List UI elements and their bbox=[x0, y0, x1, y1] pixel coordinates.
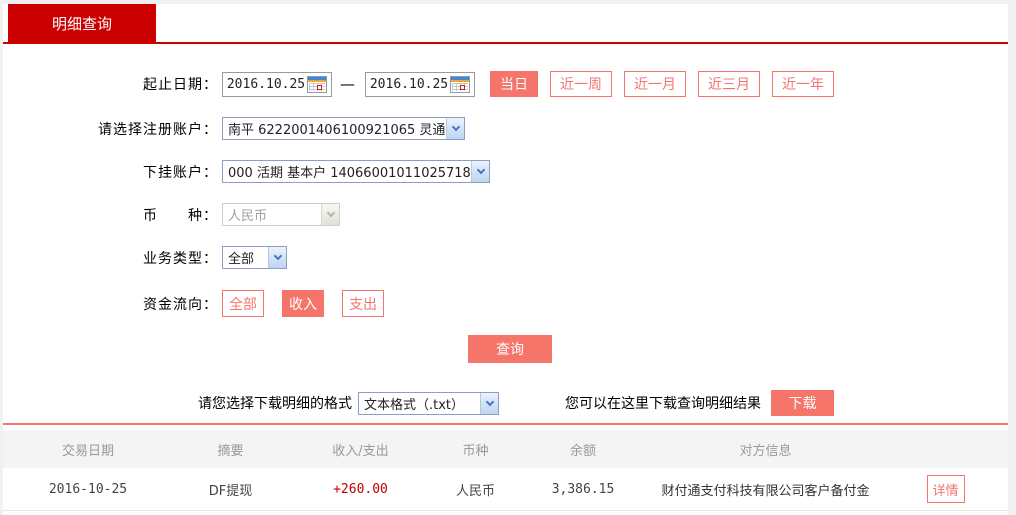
quick-range-month-button[interactable]: 近一月 bbox=[624, 71, 686, 97]
quick-range-3months-button[interactable]: 近三月 bbox=[698, 71, 760, 97]
download-format-label: 请您选择下载明细的格式 bbox=[198, 396, 352, 412]
calendar-today-cell bbox=[317, 84, 322, 90]
business-type-row: 业务类型： 全部 bbox=[3, 246, 1008, 269]
dropdown-arrow-icon bbox=[321, 204, 339, 225]
download-format-value: 文本格式（.txt） bbox=[364, 397, 465, 413]
date-to-input[interactable] bbox=[368, 72, 450, 96]
main-panel: 明细查询 起止日期： — 当日 近一周 近一月 近三月 近一年 请选择注册账户：… bbox=[3, 4, 1008, 515]
currency-value: 人民币 bbox=[228, 209, 268, 224]
register-account-select[interactable]: 南平 6222001406100921065 灵通卡 bbox=[222, 117, 465, 140]
download-format-select[interactable]: 文本格式（.txt） bbox=[358, 391, 499, 415]
calendar-icon[interactable] bbox=[450, 75, 470, 93]
fund-flow-income-button[interactable]: 收入 bbox=[282, 290, 324, 317]
currency-label: 币 种： bbox=[143, 207, 218, 224]
tab-detail-query[interactable]: 明细查询 bbox=[8, 4, 156, 42]
download-button[interactable]: 下载 bbox=[771, 390, 834, 416]
table-top-divider bbox=[3, 423, 1008, 425]
chevron-down-icon bbox=[273, 251, 282, 261]
dropdown-arrow-icon[interactable] bbox=[268, 247, 286, 268]
cell-action: 详情 bbox=[883, 475, 1008, 503]
cell-counterparty: 财付通支付科技有限公司客户备付金 bbox=[661, 483, 870, 499]
quick-range-year-button[interactable]: 近一年 bbox=[772, 71, 834, 97]
dropdown-arrow-icon[interactable] bbox=[471, 161, 489, 182]
quick-range-week-button[interactable]: 近一周 bbox=[550, 71, 612, 97]
quick-range-group: 当日 近一周 近一月 近三月 近一年 bbox=[490, 71, 846, 97]
download-hint: 您可以在这里下载查询明细结果 bbox=[565, 396, 761, 412]
currency-select: 人民币 bbox=[222, 203, 340, 226]
fund-flow-expense-button[interactable]: 支出 bbox=[342, 290, 384, 317]
sub-account-select[interactable]: 000 活期 基本户 1406600101102571848 bbox=[222, 160, 490, 183]
fund-flow-row: 资金流向： 全部 收入 支出 bbox=[3, 290, 1008, 317]
date-to-field[interactable] bbox=[365, 71, 475, 97]
register-account-label: 请选择注册账户： bbox=[98, 121, 218, 138]
chevron-down-icon bbox=[451, 122, 460, 132]
business-type-value: 全部 bbox=[228, 252, 255, 267]
tab-bar: 明细查询 bbox=[3, 4, 1008, 42]
table-header: 交易日期 摘要 收入/支出 币种 余额 对方信息 bbox=[3, 430, 1008, 468]
fund-flow-group: 全部 收入 支出 bbox=[222, 290, 402, 317]
sub-account-row: 下挂账户： 000 活期 基本户 1406600101102571848 bbox=[3, 160, 1008, 183]
cell-date: 2016-10-25 bbox=[48, 481, 128, 497]
query-button[interactable]: 查询 bbox=[468, 335, 552, 363]
date-separator: — bbox=[340, 75, 355, 93]
header-date: 交易日期 bbox=[61, 443, 114, 459]
chevron-down-icon bbox=[326, 208, 335, 218]
date-range-label: 起止日期： bbox=[143, 77, 218, 93]
cell-currency: 人民币 bbox=[455, 483, 495, 499]
cell-balance: 3,386.15 bbox=[551, 481, 615, 497]
chevron-down-icon bbox=[476, 165, 485, 175]
sub-account-value: 000 活期 基本户 1406600101102571848 bbox=[228, 166, 471, 181]
date-from-field[interactable] bbox=[222, 71, 332, 97]
tab-label: 明细查询 bbox=[51, 14, 112, 33]
quick-range-today-button[interactable]: 当日 bbox=[490, 71, 538, 97]
business-type-label: 业务类型： bbox=[143, 250, 218, 267]
register-account-value: 南平 6222001406100921065 灵通卡 bbox=[228, 123, 446, 138]
date-from-input[interactable] bbox=[225, 72, 307, 96]
fund-flow-label: 资金流向： bbox=[143, 296, 218, 313]
sub-account-label: 下挂账户： bbox=[143, 164, 218, 181]
chevron-down-icon bbox=[485, 397, 494, 406]
calendar-today-cell bbox=[460, 84, 465, 90]
header-balance: 余额 bbox=[569, 443, 596, 459]
dropdown-arrow-icon[interactable] bbox=[446, 118, 464, 139]
business-type-select[interactable]: 全部 bbox=[222, 246, 287, 269]
table-row: 2016-10-25 DF提现 +260.00 人民币 3,386.15 财付通… bbox=[3, 468, 1008, 511]
cell-amount: +260.00 bbox=[333, 481, 388, 497]
calendar-icon[interactable] bbox=[307, 75, 327, 93]
date-range-row: 起止日期： — 当日 近一周 近一月 近三月 近一年 bbox=[3, 71, 1008, 97]
fund-flow-all-button[interactable]: 全部 bbox=[222, 290, 264, 317]
cell-summary: DF提现 bbox=[208, 483, 253, 499]
header-amount: 收入/支出 bbox=[332, 443, 389, 459]
currency-row: 币 种： 人民币 bbox=[3, 203, 1008, 226]
header-currency: 币种 bbox=[462, 443, 489, 459]
dropdown-arrow-icon[interactable] bbox=[480, 392, 498, 414]
header-summary: 摘要 bbox=[217, 443, 244, 459]
header-counterparty: 对方信息 bbox=[739, 443, 792, 459]
detail-button[interactable]: 详情 bbox=[926, 475, 965, 503]
tab-underline bbox=[3, 42, 1008, 44]
download-row: 请您选择下载明细的格式 文本格式（.txt） 您可以在这里下载查询明细结果 下载 bbox=[3, 390, 1008, 416]
register-account-row: 请选择注册账户： 南平 6222001406100921065 灵通卡 bbox=[3, 117, 1008, 140]
